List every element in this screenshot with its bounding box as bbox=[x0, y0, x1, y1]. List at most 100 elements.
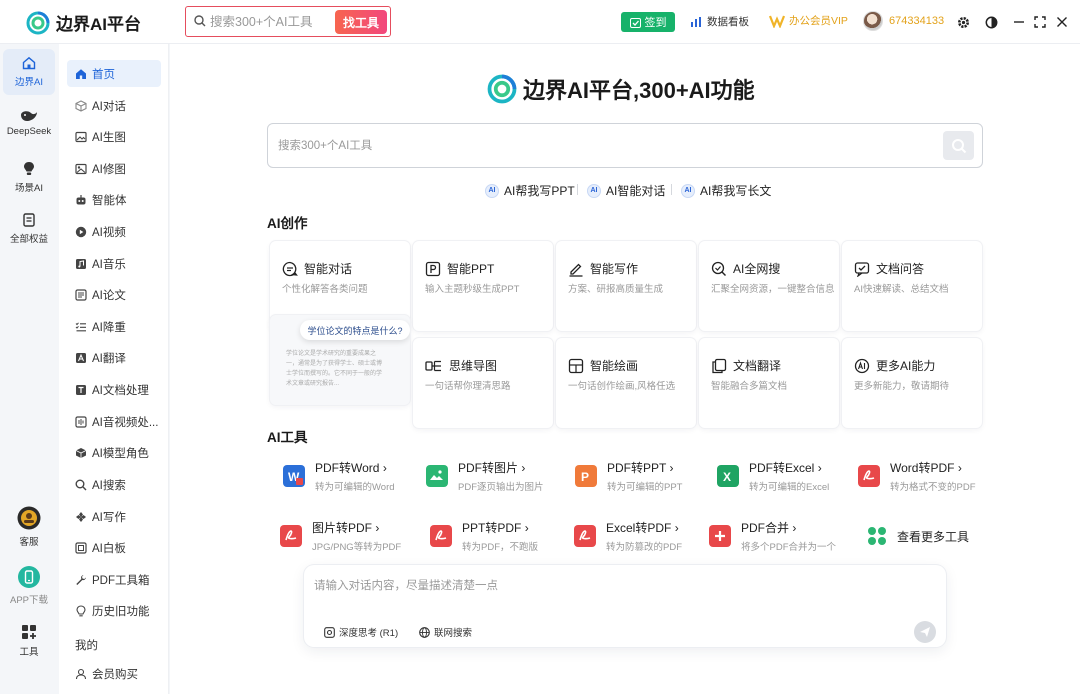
paint-icon bbox=[568, 358, 584, 373]
nav-item-label: AI写作 bbox=[92, 511, 126, 524]
top-search-input[interactable] bbox=[210, 12, 320, 32]
dashboard-link[interactable]: 数据看板 bbox=[690, 14, 749, 29]
search-icon bbox=[75, 479, 87, 490]
create-card-smart-painting[interactable]: 智能绘画 一句话创作绘画,风格任选 bbox=[556, 338, 696, 428]
ai-badge-icon: AI bbox=[485, 183, 499, 198]
vip-label: 办公会员VIP bbox=[789, 15, 848, 27]
card-desc: 汇聚全网资源，一键整合信息 bbox=[711, 284, 835, 295]
user-profile[interactable]: 674334133 bbox=[863, 11, 944, 31]
create-card-more-ai[interactable]: 更多AI能力 更多新能力，敬请期待 bbox=[842, 338, 982, 428]
nav-item-label: 会员购买 bbox=[92, 668, 138, 681]
search-icon bbox=[194, 15, 206, 27]
quick-link-ppt[interactable]: AI AI帮我写PPT bbox=[485, 182, 575, 199]
quick-link-long-text[interactable]: AI AI帮我写长文 bbox=[681, 182, 771, 199]
tool-word-to-pdf[interactable]: Word转PDF › 转为格式不变的PDF bbox=[858, 458, 976, 494]
nav-item-home[interactable]: 首页 bbox=[67, 60, 161, 87]
nav-item-agent[interactable]: 智能体 bbox=[67, 186, 161, 213]
quick-link-chat[interactable]: AI AI智能对话 bbox=[587, 182, 665, 199]
nav-item-ai-image[interactable]: AI生图 bbox=[67, 123, 161, 150]
phone-icon bbox=[18, 566, 40, 588]
pdf-merge-icon bbox=[709, 525, 731, 547]
vip-link[interactable]: 办公会员VIP bbox=[769, 13, 848, 28]
nav-item-pdf-toolbox[interactable]: PDF工具箱 bbox=[67, 566, 161, 593]
rail-item-label: 场景AI bbox=[15, 182, 43, 194]
tool-ppt-to-pdf[interactable]: PPT转PDF › 转为PDF，不跑版 bbox=[430, 518, 538, 554]
card-title: 思维导图 bbox=[449, 359, 498, 373]
main-search-input[interactable] bbox=[278, 136, 878, 156]
more-tools-link[interactable]: 查看更多工具 bbox=[867, 518, 969, 554]
tool-desc: PDF逐页输出为图片 bbox=[458, 482, 544, 493]
rail-item-bianjie-ai[interactable]: 边界AI bbox=[3, 49, 55, 95]
tool-pdf-to-image[interactable]: PDF转图片 › PDF逐页输出为图片 bbox=[426, 458, 544, 494]
promo-card-thesis[interactable]: 学位论文的特点是什么? 学位论文是学术研究的重要成果之一，通常是为了获得学士、硕… bbox=[270, 315, 410, 405]
quick-link-label: AI智能对话 bbox=[606, 184, 666, 198]
web-search-toggle[interactable]: 联网搜索 bbox=[419, 623, 472, 641]
find-tool-button[interactable]: 找工具 bbox=[335, 10, 387, 34]
nav-item-label: AI音乐 bbox=[92, 258, 126, 271]
maximize-button[interactable] bbox=[1031, 13, 1049, 31]
support-avatar-icon bbox=[17, 506, 41, 530]
home-icon bbox=[76, 68, 86, 79]
rail-item-scene-ai[interactable]: 场景AI bbox=[3, 154, 55, 200]
nav-item-ai-search[interactable]: AI搜索 bbox=[67, 471, 161, 498]
minimize-button[interactable] bbox=[1010, 13, 1028, 31]
create-card-web-search[interactable]: AI全网搜 汇聚全网资源，一键整合信息 bbox=[699, 241, 839, 331]
tool-pdf-to-excel[interactable]: X PDF转Excel › 转为可编辑的Excel bbox=[717, 458, 829, 494]
more-tools-label: 查看更多工具 bbox=[897, 529, 970, 544]
settings-button[interactable] bbox=[954, 13, 972, 31]
tool-pdf-merge[interactable]: PDF合并 › 将多个PDF合并为一个 bbox=[709, 518, 836, 554]
app-name: 边界AI平台 bbox=[56, 15, 141, 34]
nav-item-ai-model-role[interactable]: AI模型角色 bbox=[67, 439, 161, 466]
nav-item-member-purchase[interactable]: 会员购买 bbox=[67, 660, 161, 687]
pdf-to-word-icon: W bbox=[283, 465, 305, 487]
tool-desc: 转为可编辑的Word bbox=[315, 482, 395, 493]
create-card-smart-writing[interactable]: 智能写作 方案、研报高质量生成 bbox=[556, 241, 696, 331]
theme-toggle-button[interactable] bbox=[982, 13, 1000, 31]
create-card-smart-ppt[interactable]: 智能PPT 输入主题秒级生成PPT bbox=[413, 241, 553, 331]
nav-item-ai-paper[interactable]: AI论文 bbox=[67, 281, 161, 308]
nav-item-ai-chat[interactable]: AI对话 bbox=[67, 92, 161, 119]
nav-item-ai-rewrite[interactable]: AI降重 bbox=[67, 313, 161, 340]
create-card-doc-qa[interactable]: 文档问答 AI快速解读、总结文档 bbox=[842, 241, 982, 331]
rail-item-app-download[interactable]: APP下载 bbox=[3, 560, 55, 612]
card-title: AI全网搜 bbox=[733, 262, 781, 276]
rail-item-all-benefits[interactable]: 全部权益 bbox=[3, 206, 55, 252]
send-button[interactable] bbox=[914, 621, 936, 643]
nav-item-ai-doc-processing[interactable]: AI文档处理 bbox=[67, 376, 161, 403]
nav-item-ai-translate[interactable]: AI翻译 bbox=[67, 344, 161, 371]
tool-pdf-to-word[interactable]: W PDF转Word › 转为可编辑的Word bbox=[283, 458, 395, 494]
app-logo[interactable]: 边界AI平台 bbox=[26, 10, 141, 35]
nav-item-label: PDF工具箱 bbox=[92, 574, 150, 587]
vip-crown-icon bbox=[769, 15, 785, 28]
bulb-icon bbox=[76, 604, 86, 616]
tool-excel-to-pdf[interactable]: Excel转PDF › 转为防篡改的PDF bbox=[574, 518, 682, 554]
chat-input[interactable] bbox=[314, 577, 894, 601]
nav-item-ai-retouch[interactable]: AI修图 bbox=[67, 155, 161, 182]
model-icon bbox=[75, 447, 87, 458]
create-card-mindmap[interactable]: 思维导图 一句话帮你理清思路 bbox=[413, 338, 553, 428]
nav-item-ai-video[interactable]: AI视频 bbox=[67, 218, 161, 245]
tool-desc: JPG/PNG等转为PDF bbox=[312, 542, 402, 553]
nav-item-ai-whiteboard[interactable]: AI白板 bbox=[67, 534, 161, 561]
rail-item-deepseek[interactable]: DeepSeek bbox=[3, 100, 55, 146]
tool-pdf-to-ppt[interactable]: P PDF转PPT › 转为可编辑的PPT bbox=[575, 458, 682, 494]
main-search-box bbox=[267, 123, 983, 168]
nav-item-history-features[interactable]: 历史旧功能 bbox=[67, 597, 161, 624]
rail-item-label: 工具 bbox=[19, 647, 39, 658]
main-search-button[interactable] bbox=[943, 131, 974, 160]
nav-item-label: AI生图 bbox=[92, 131, 126, 144]
tool-image-to-pdf[interactable]: 图片转PDF › JPG/PNG等转为PDF bbox=[280, 518, 401, 554]
rail-item-label: 边界AI bbox=[15, 77, 43, 88]
card-title: 文档问答 bbox=[876, 262, 925, 276]
nav-item-ai-av-processing[interactable]: AI音视频处... bbox=[67, 408, 161, 435]
close-button[interactable] bbox=[1053, 13, 1071, 31]
rail-item-support[interactable]: 客服 bbox=[3, 501, 55, 553]
rail-item-tools[interactable]: 工具 bbox=[3, 616, 55, 666]
rail-item-label: APP下载 bbox=[9, 595, 48, 606]
signin-button[interactable]: 签到 bbox=[621, 12, 675, 32]
web-search-label: 联网搜索 bbox=[434, 628, 473, 639]
nav-item-ai-writing[interactable]: AI写作 bbox=[67, 503, 161, 530]
create-card-doc-translate[interactable]: 文档翻译 智能融合多篇文档 bbox=[699, 338, 839, 428]
nav-item-ai-music[interactable]: AI音乐 bbox=[67, 250, 161, 277]
deep-think-toggle[interactable]: 深度思考 (R1) bbox=[324, 623, 398, 641]
